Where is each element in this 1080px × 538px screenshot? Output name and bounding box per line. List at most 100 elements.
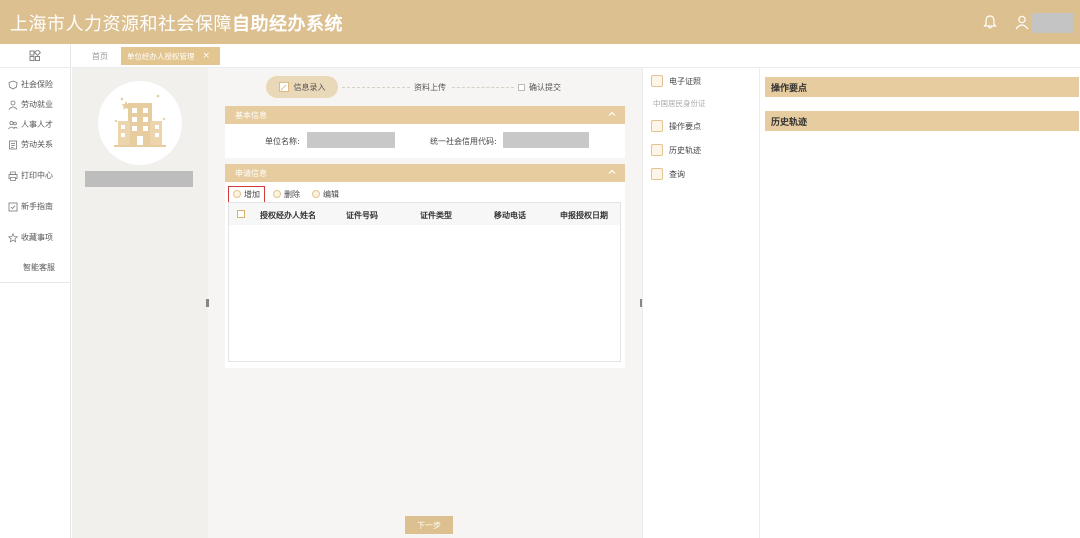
edit-icon <box>278 82 289 92</box>
tab-authorization-management[interactable]: 单位经办人授权管理 × <box>121 47 220 65</box>
sidebar-item-favorites[interactable]: 收藏事项 <box>8 232 53 243</box>
step-upload[interactable]: 资料上传 <box>414 82 446 93</box>
credit-code-value-redacted <box>503 132 589 148</box>
company-name-redacted <box>85 171 193 187</box>
list-icon <box>651 168 663 180</box>
menu-item-label: 历史轨迹 <box>669 145 701 155</box>
menu-item-label: 操作要点 <box>669 121 701 131</box>
menu-item-label: 电子证照 <box>669 76 701 86</box>
table-header: 授权经办人姓名 证件号码 证件类型 移动电话 申报授权日期 <box>229 203 620 225</box>
edit-button[interactable]: 编辑 <box>308 187 343 202</box>
delete-button[interactable]: 删除 <box>269 187 304 202</box>
credit-code-label: 统一社会信用代码: <box>430 137 497 146</box>
sidebar-item-beginner-guide[interactable]: 新手指南 <box>8 201 53 212</box>
grid-menu-icon[interactable] <box>29 49 41 62</box>
sidebar-item-label: 社会保险 <box>21 80 53 89</box>
sidebar-item-smart-service[interactable]: 智能客服 <box>23 262 55 273</box>
menu-item-history[interactable]: 历史轨迹 <box>651 144 701 156</box>
sidebar: 社会保险 劳动就业 人事人才 劳动关系 打印中心 新手指南 收藏事项 智能客服 <box>0 44 71 538</box>
sidebar-item-personnel[interactable]: 人事人才 <box>8 119 53 130</box>
tab-label: 单位经办人授权管理 <box>127 51 195 61</box>
basic-info-body: 单位名称: 统一社会信用代码: <box>225 124 625 158</box>
sidebar-toggle[interactable] <box>0 44 70 68</box>
sidebar-item-print-center[interactable]: 打印中心 <box>8 170 53 181</box>
sidebar-item-label: 打印中心 <box>21 171 53 180</box>
shield-icon <box>8 80 18 89</box>
table-toolbar: 增加 删除 编辑 <box>228 185 343 203</box>
sidebar-item-labor-relations[interactable]: 劳动关系 <box>8 139 53 150</box>
id-card-icon <box>651 75 663 87</box>
sidebar-item-label: 新手指南 <box>21 202 53 211</box>
app-title-bold: 自助经办系统 <box>232 14 343 35</box>
menu-item-query[interactable]: 查询 <box>651 168 685 180</box>
guide-icon <box>8 202 18 211</box>
delete-label: 删除 <box>284 189 300 199</box>
basic-info-header[interactable]: 基本信息 <box>225 106 625 124</box>
operation-points-header[interactable]: 操作要点 <box>765 77 1079 97</box>
section-title: 申请信息 <box>235 168 267 178</box>
unit-name-value-redacted <box>307 132 395 148</box>
profile-panel <box>72 68 208 538</box>
app-title-prefix: 上海市人力资源和社会保障 <box>10 14 232 35</box>
checkbox-icon <box>518 84 525 91</box>
sidebar-item-label: 收藏事项 <box>21 233 53 242</box>
chevron-up-icon[interactable] <box>607 109 617 119</box>
right-menu-panel: 电子证照 中国居民身份证 操作要点 历史轨迹 查询 <box>642 68 760 538</box>
chevron-up-icon[interactable] <box>607 167 617 177</box>
info-icon <box>651 120 663 132</box>
section-title: 基本信息 <box>235 110 267 120</box>
sidebar-item-label: 劳动关系 <box>21 140 53 149</box>
sidebar-item-employment[interactable]: 劳动就业 <box>8 99 53 110</box>
add-button[interactable]: 增加 <box>228 185 265 203</box>
history-header[interactable]: 历史轨迹 <box>765 111 1079 131</box>
column-header-id-number: 证件号码 <box>346 211 378 220</box>
step-indicator: 信息录入 资料上传 确认提交 <box>266 76 586 98</box>
step-confirm[interactable]: 确认提交 <box>518 82 561 93</box>
main-content: 信息录入 资料上传 确认提交 基本信息 单位名称: 统一社会信用代码: 申请信息… <box>208 68 642 538</box>
apply-info-header[interactable]: 申请信息 <box>225 164 625 182</box>
app-title: 上海市人力资源和社会保障自助经办系统 <box>10 10 343 36</box>
edit-icon <box>312 190 320 198</box>
step-label: 确认提交 <box>529 83 561 92</box>
sidebar-item-label: 智能客服 <box>23 263 55 272</box>
menu-item-operation-points[interactable]: 操作要点 <box>651 120 701 132</box>
right-content-panel: 操作要点 历史轨迹 <box>761 68 1080 538</box>
add-label: 增加 <box>244 189 260 199</box>
close-icon[interactable]: × <box>203 51 211 61</box>
select-all-checkbox[interactable] <box>237 210 245 218</box>
user-name-redacted[interactable] <box>1032 13 1074 33</box>
unit-name-label: 单位名称: <box>265 137 300 146</box>
next-step-button[interactable]: 下一步 <box>405 516 453 534</box>
sidebar-divider <box>0 282 71 283</box>
plus-icon <box>233 190 241 198</box>
column-header-agent-name: 授权经办人姓名 <box>260 211 316 220</box>
star-icon <box>8 232 18 243</box>
avatar <box>98 81 182 165</box>
sidebar-item-label: 劳动就业 <box>21 100 53 109</box>
edit-label: 编辑 <box>323 189 339 199</box>
bell-icon[interactable] <box>982 14 998 30</box>
app-header: 上海市人力资源和社会保障自助经办系统 <box>0 0 1080 44</box>
menu-item-label: 查询 <box>669 169 685 179</box>
menu-item-e-license[interactable]: 电子证照 <box>651 75 701 87</box>
sidebar-item-social-insurance[interactable]: 社会保险 <box>8 79 53 90</box>
history-icon <box>651 144 663 156</box>
people-icon <box>8 120 18 129</box>
user-icon[interactable] <box>1014 14 1030 30</box>
sidebar-item-label: 人事人才 <box>21 120 53 129</box>
delete-icon <box>273 190 281 198</box>
step-connector <box>342 87 410 88</box>
authorized-agents-table: 授权经办人姓名 证件号码 证件类型 移动电话 申报授权日期 <box>228 202 621 362</box>
column-header-mobile: 移动电话 <box>494 211 526 220</box>
building-icon <box>114 94 166 147</box>
e-license-subtext[interactable]: 中国居民身份证 <box>653 98 706 109</box>
column-header-id-type: 证件类型 <box>420 211 452 220</box>
step-connector <box>452 87 514 88</box>
tab-bar: 首页 单位经办人授权管理 × <box>72 44 1080 68</box>
step-info-entry[interactable]: 信息录入 <box>266 76 338 98</box>
tab-home[interactable]: 首页 <box>92 51 108 62</box>
printer-icon <box>8 171 18 181</box>
document-icon <box>9 140 17 149</box>
person-icon <box>8 100 18 110</box>
collapse-left-handle[interactable] <box>206 299 209 307</box>
